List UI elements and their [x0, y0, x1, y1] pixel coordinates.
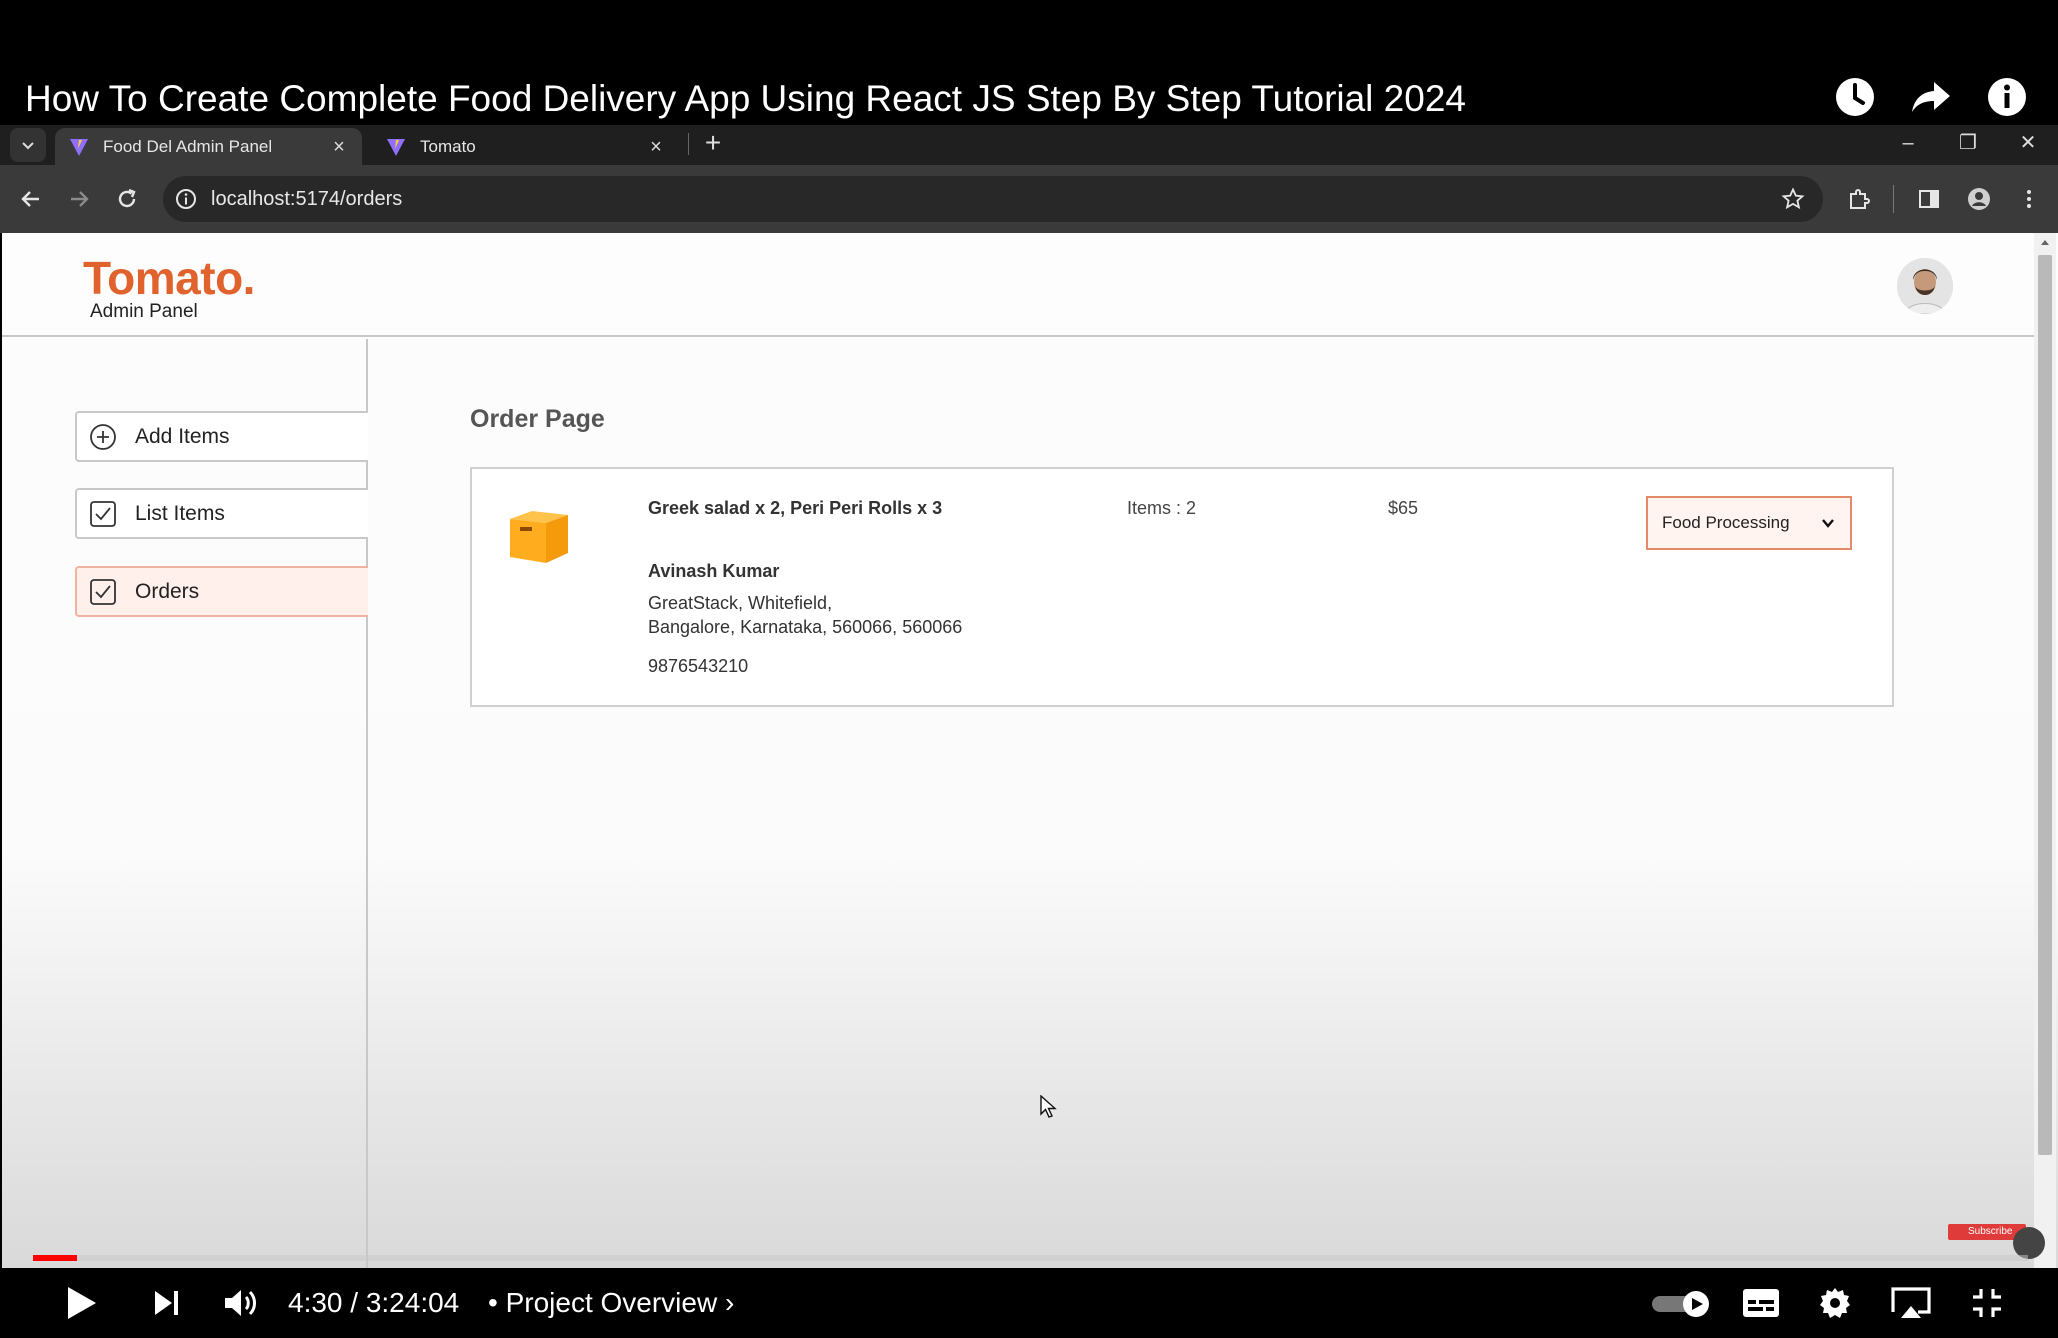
order-status-select[interactable]: Food Processing	[1646, 496, 1852, 550]
progress-played	[33, 1255, 77, 1261]
tab-label: Tomato	[420, 136, 476, 156]
close-tab-icon[interactable]: ×	[647, 137, 665, 157]
browser-menu-button[interactable]	[2012, 182, 2046, 216]
scrollbar-thumb[interactable]	[2038, 255, 2052, 1155]
video-title[interactable]: How To Create Complete Food Delivery App…	[25, 76, 1466, 122]
exit-fullscreen-button[interactable]	[1966, 1282, 2008, 1324]
bookmark-star-icon[interactable]	[1781, 187, 1805, 211]
browser-toolbar: localhost:5174/orders	[0, 165, 2058, 233]
admin-avatar[interactable]	[1897, 258, 1953, 314]
volume-icon	[225, 1290, 256, 1316]
order-amount: $65	[1388, 498, 1419, 518]
profile-icon	[1968, 188, 1990, 210]
chevron-down-icon	[1822, 519, 1834, 528]
settings-button[interactable]	[1814, 1282, 1856, 1324]
tab-label: Food Del Admin Panel	[103, 136, 273, 156]
subtitles-icon	[1743, 1289, 1779, 1317]
cast-icon	[1891, 1287, 1931, 1318]
arrow-left-icon	[21, 191, 39, 207]
cast-button[interactable]	[1890, 1282, 1932, 1324]
minimize-icon[interactable]: –	[1878, 125, 1938, 161]
tab-search-button[interactable]	[10, 128, 46, 162]
app-logo: Tomato.	[83, 252, 255, 304]
customer-phone: 9876543210	[648, 656, 749, 676]
app-logo-subtitle: Admin Panel	[90, 301, 198, 322]
tab-separator	[688, 133, 689, 155]
vite-favicon-icon	[70, 138, 88, 156]
site-info-icon[interactable]	[174, 187, 198, 211]
video-controls: 4:30 / 3:24:04 • Project Overview ›	[0, 1268, 2058, 1338]
scroll-up-icon[interactable]	[2040, 237, 2050, 247]
info-icon[interactable]	[1986, 76, 2028, 118]
page-viewport: Tomato. Admin Panel Add Items List Items…	[2, 233, 2058, 1268]
checkbox-icon	[90, 578, 116, 605]
sidebar-item-label: Add Items	[135, 424, 230, 448]
share-icon[interactable]	[1910, 76, 1952, 118]
address-bar[interactable]: localhost:5174/orders	[163, 176, 1823, 222]
autoplay-toggle-icon[interactable]	[1652, 1290, 1712, 1318]
sidebar-item-add-items[interactable]: Add Items	[75, 411, 368, 462]
watch-later-icon[interactable]	[1834, 76, 1876, 118]
browser-tab-admin[interactable]: Food Del Admin Panel ×	[55, 128, 362, 165]
back-button[interactable]	[14, 182, 48, 216]
play-icon	[68, 1287, 96, 1319]
order-items-text: Greek salad x 2, Peri Peri Rolls x 3	[648, 498, 943, 518]
browser-tab-bar: Food Del Admin Panel × Tomato ×	[0, 125, 2058, 165]
customer-name: Avinash Kumar	[648, 561, 780, 581]
forward-button[interactable]	[62, 182, 96, 216]
close-window-icon[interactable]: ✕	[1998, 125, 2058, 161]
skip-next-icon	[155, 1291, 178, 1315]
subtitles-button[interactable]	[1740, 1282, 1782, 1324]
gear-icon	[1820, 1288, 1850, 1318]
restore-icon[interactable]: ❐	[1938, 125, 1998, 161]
video-time: 4:30 / 3:24:04	[288, 1287, 460, 1318]
extensions-button[interactable]	[1842, 182, 1876, 216]
chevron-down-icon	[22, 142, 34, 150]
main-content: Order Page Greek salad x 2, Peri Peri Ro…	[370, 339, 2036, 1268]
video-progress-bar[interactable]	[33, 1255, 2028, 1261]
checkbox-icon	[90, 500, 116, 527]
next-button[interactable]	[146, 1282, 188, 1324]
puzzle-icon	[1850, 189, 1870, 209]
order-item: Greek salad x 2, Peri Peri Rolls x 3 Ite…	[470, 467, 1894, 707]
new-tab-button[interactable]: +	[700, 128, 726, 158]
window-controls: – ❐ ✕	[1878, 125, 2058, 161]
sidebar-item-label: List Items	[135, 501, 225, 525]
browser-tab-tomato[interactable]: Tomato ×	[372, 128, 679, 165]
video-title-bar: How To Create Complete Food Delivery App…	[0, 0, 2058, 125]
parcel-icon	[510, 511, 568, 563]
side-panel-button[interactable]	[1912, 182, 1946, 216]
url-text[interactable]: localhost:5174/orders	[211, 176, 402, 222]
close-tab-icon[interactable]: ×	[330, 137, 348, 157]
mouse-cursor-icon	[1040, 1095, 1057, 1118]
arrow-right-icon	[71, 191, 89, 207]
reload-button[interactable]	[110, 182, 144, 216]
toolbar-divider	[1893, 185, 1894, 213]
page-title: Order Page	[470, 405, 605, 433]
sidebar-item-orders[interactable]: Orders	[75, 566, 368, 617]
customer-address-line1: GreatStack, Whitefield,	[648, 593, 833, 613]
play-button[interactable]	[60, 1282, 102, 1324]
more-vertical-icon	[2027, 190, 2031, 208]
order-status-value: Food Processing	[1662, 513, 1790, 532]
side-panel-icon	[1919, 190, 1939, 208]
sidebar-item-list-items[interactable]: List Items	[75, 488, 368, 539]
avatar-photo-icon	[1897, 258, 1953, 314]
volume-button[interactable]	[220, 1282, 262, 1324]
customer-address-line2: Bangalore, Karnataka, 560066, 560066	[648, 617, 963, 637]
page-scrollbar[interactable]	[2034, 233, 2056, 1268]
sidebar: Add Items List Items Orders	[2, 339, 368, 1268]
video-chapter[interactable]: • Project Overview ›	[488, 1282, 734, 1324]
order-item-count: Items : 2	[1127, 498, 1197, 518]
reload-icon	[118, 188, 136, 208]
vite-favicon-icon	[387, 138, 405, 156]
exit-fullscreen-icon	[1973, 1289, 2001, 1317]
plus-circle-icon	[90, 423, 116, 450]
sidebar-item-label: Orders	[135, 579, 200, 603]
app-navbar: Tomato. Admin Panel	[2, 233, 2036, 337]
profile-button[interactable]	[1962, 182, 1996, 216]
